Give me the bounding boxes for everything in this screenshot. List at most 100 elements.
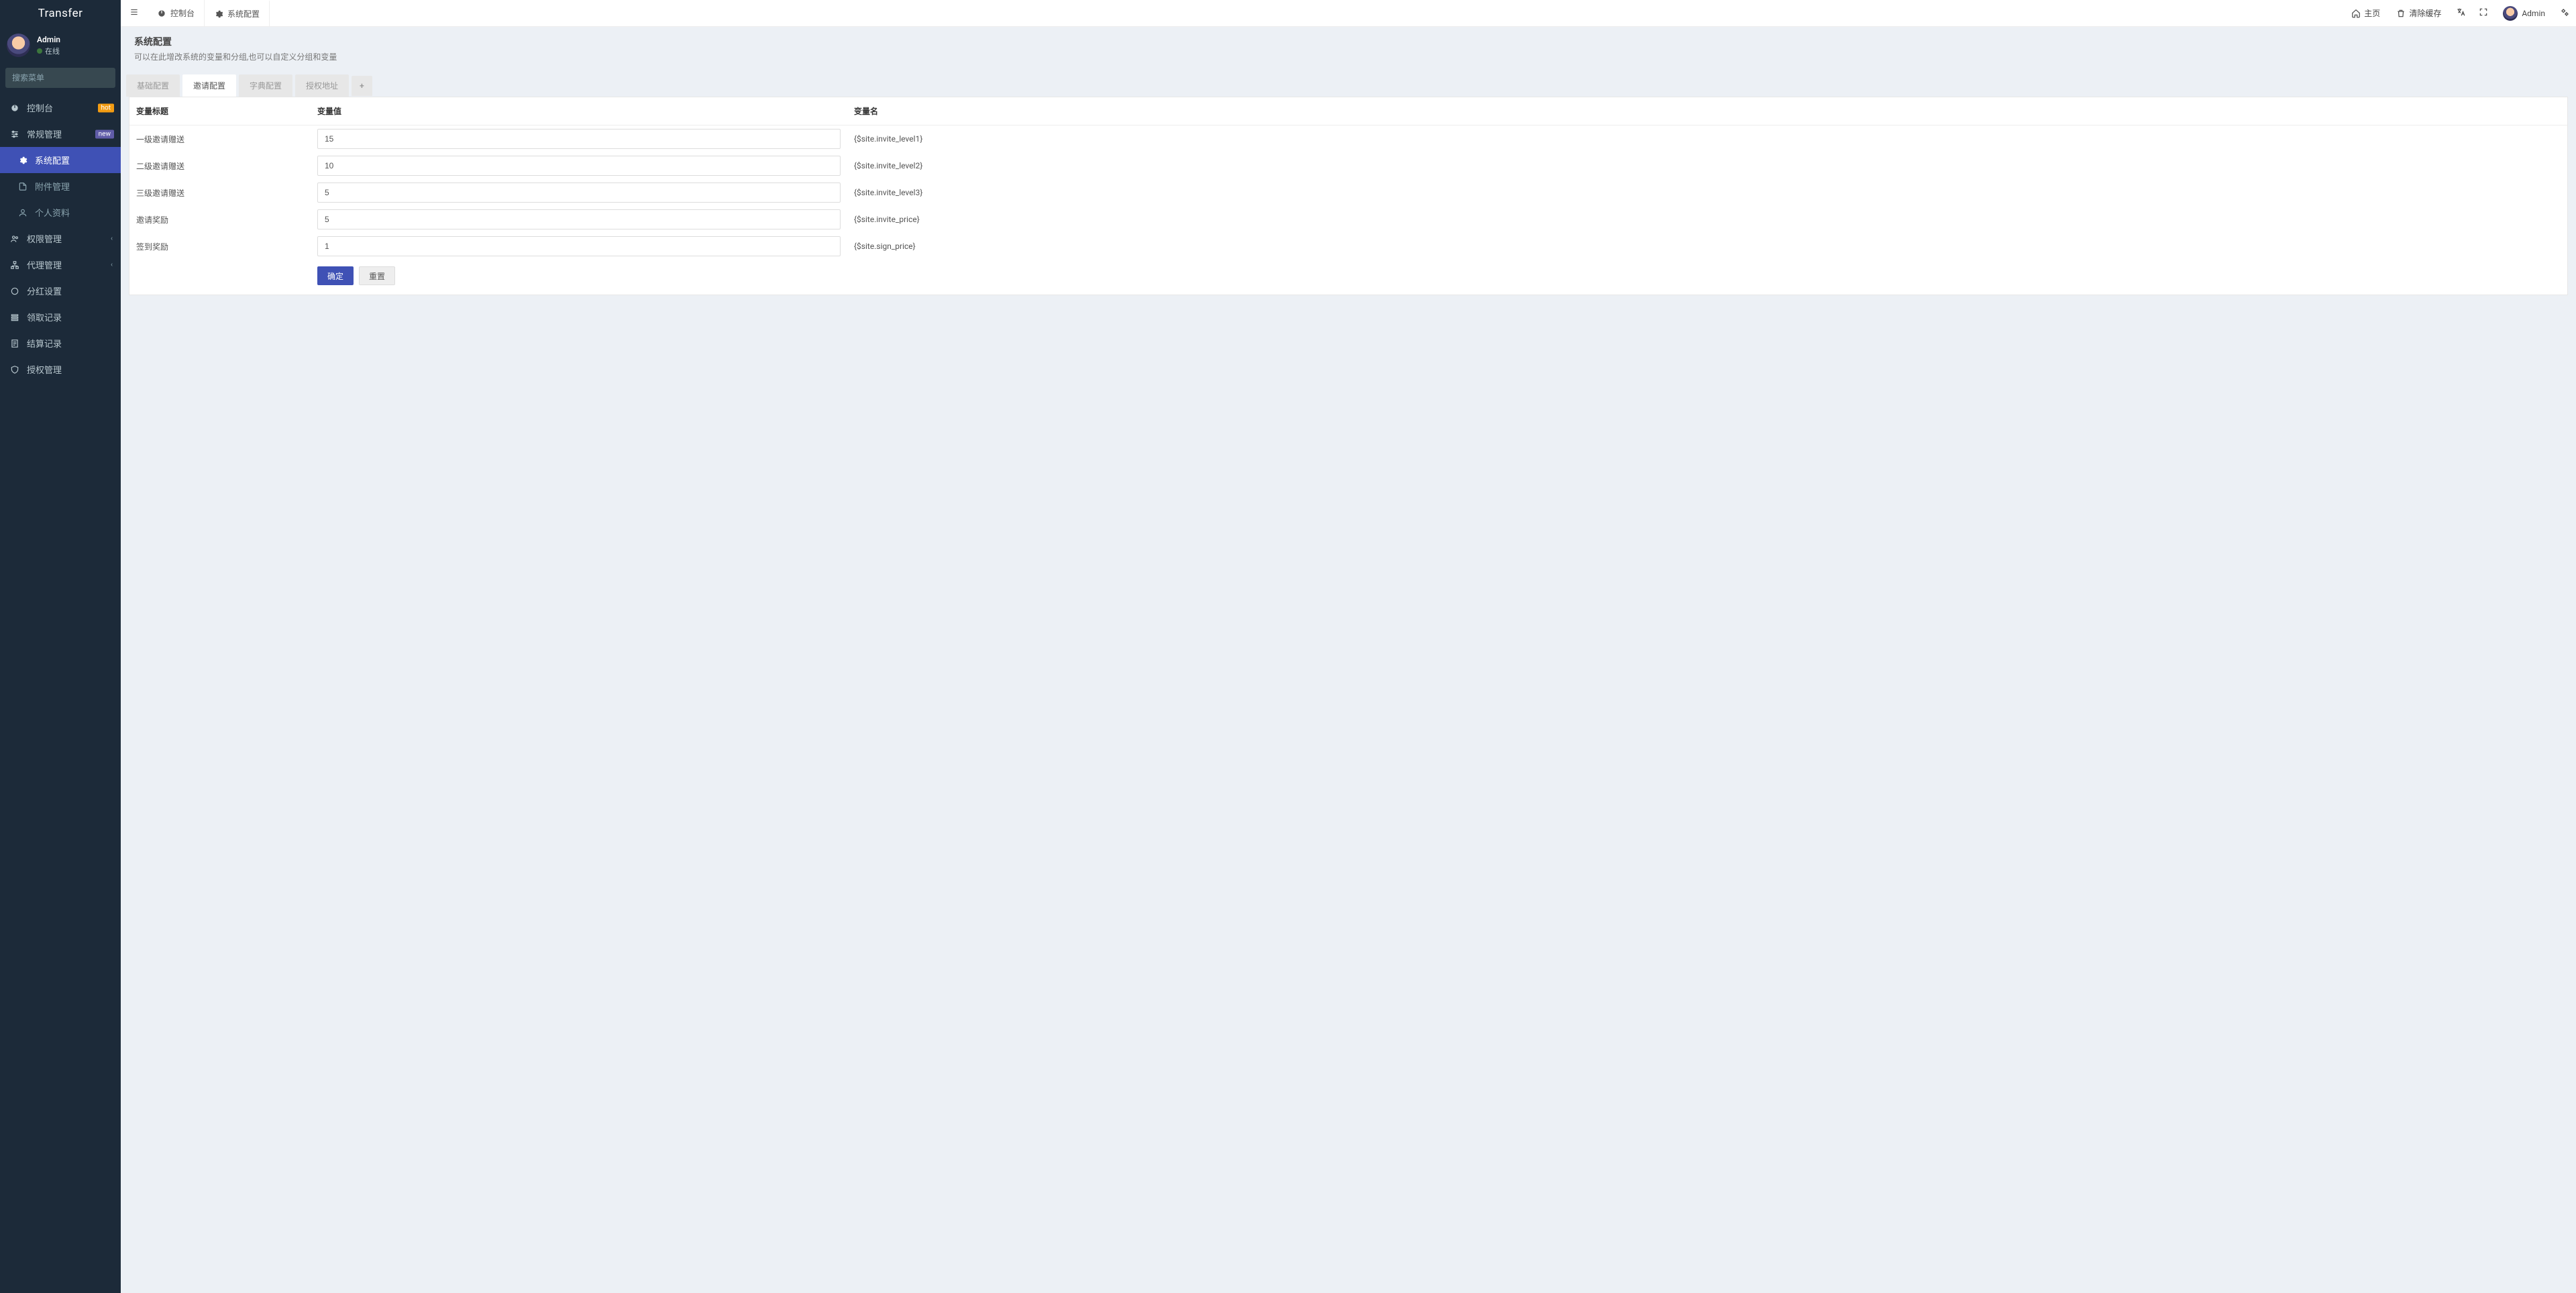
config-tab-invite[interactable]: 邀请配置 <box>182 74 236 97</box>
chevron-left-icon: ‹ <box>111 235 113 242</box>
sidebar-item-attachments[interactable]: 附件管理 <box>0 173 121 199</box>
page-title: 系统配置 <box>134 35 2563 48</box>
row-var: {$site.invite_price} <box>847 206 2567 233</box>
tab-label: 控制台 <box>170 7 195 19</box>
tab-system-config[interactable]: 系统配置 <box>205 0 270 26</box>
home-label: 主页 <box>2364 7 2380 19</box>
sidebar-item-permissions[interactable]: 权限管理 ‹ <box>0 225 121 252</box>
sidebar-item-label: 代理管理 <box>27 258 62 271</box>
sidebar-item-auth[interactable]: 授权管理 <box>0 356 121 382</box>
panel-body: 变量标题 变量值 变量名 一级邀请赠送 {$site.invite_level1… <box>129 97 2567 295</box>
sidebar-item-general[interactable]: 常规管理 new <box>0 121 121 147</box>
reset-button[interactable]: 重置 <box>359 266 395 285</box>
sidebar-item-label: 控制台 <box>27 101 53 114</box>
row-value-input[interactable] <box>317 156 841 176</box>
dashboard-icon <box>9 103 20 113</box>
th-var: 变量名 <box>847 97 2567 125</box>
sidebar-item-system-config[interactable]: 系统配置 <box>0 147 121 173</box>
row-label: 签到奖励 <box>129 233 311 260</box>
user-icon <box>17 208 28 217</box>
row-value-input[interactable] <box>317 236 841 256</box>
expand-icon <box>2479 7 2488 19</box>
gear-icon <box>17 156 28 165</box>
sidebar-item-dividend[interactable]: 分红设置 <box>0 278 121 304</box>
config-tab-basic[interactable]: 基础配置 <box>126 74 180 97</box>
home-link[interactable]: 主页 <box>2343 0 2388 26</box>
row-value-input[interactable] <box>317 129 841 149</box>
clear-cache-button[interactable]: 清除缓存 <box>2388 0 2449 26</box>
sliders-icon <box>9 130 20 139</box>
badge-hot: hot <box>98 103 114 112</box>
sidebar-search <box>5 68 115 88</box>
status-dot-icon <box>37 48 42 54</box>
sidebar-item-label: 权限管理 <box>27 232 62 245</box>
sidebar-user-panel: Admin 在线 <box>0 27 121 62</box>
sidebar-item-agents[interactable]: 代理管理 ‹ <box>0 252 121 278</box>
row-value-input[interactable] <box>317 183 841 203</box>
sidebar-item-label: 领取记录 <box>27 311 62 323</box>
document-icon <box>9 339 20 348</box>
app-logo: Transfer <box>0 0 121 27</box>
form-actions: 确定 重置 <box>129 260 2567 295</box>
sidebar-menu: 控制台 hot 常规管理 new 系统配置 附件管理 个人资料 <box>0 95 121 382</box>
sidebar-item-dashboard[interactable]: 控制台 hot <box>0 95 121 121</box>
gear-icon <box>214 9 223 19</box>
fullscreen-button[interactable] <box>2472 0 2495 26</box>
sidebar-item-label: 授权管理 <box>27 363 62 376</box>
row-label: 一级邀请赠送 <box>129 125 311 153</box>
user-status: 在线 <box>37 46 60 56</box>
config-tab-add[interactable]: + <box>352 76 372 96</box>
config-tab-auth-url[interactable]: 授权地址 <box>295 74 349 97</box>
row-var: {$site.invite_level1} <box>847 125 2567 153</box>
sidebar-item-label: 系统配置 <box>35 154 70 166</box>
config-table: 变量标题 变量值 变量名 一级邀请赠送 {$site.invite_level1… <box>129 97 2567 260</box>
config-panel: 变量标题 变量值 变量名 一级邀请赠送 {$site.invite_level1… <box>129 97 2568 295</box>
sidebar-item-profile[interactable]: 个人资料 <box>0 199 121 225</box>
tab-dashboard[interactable]: 控制台 <box>148 0 205 26</box>
user-status-text: 在线 <box>45 46 60 56</box>
row-var: {$site.invite_level2} <box>847 152 2567 179</box>
top-tabs: 控制台 系统配置 <box>148 0 270 26</box>
badge-new: new <box>95 130 114 138</box>
config-tab-dict[interactable]: 字典配置 <box>239 74 292 97</box>
language-icon <box>2456 7 2465 19</box>
gears-icon <box>2560 7 2569 19</box>
row-var: {$site.invite_level3} <box>847 179 2567 206</box>
user-info: Admin 在线 <box>37 35 60 56</box>
th-value: 变量值 <box>311 97 847 125</box>
table-row: 一级邀请赠送 {$site.invite_level1} <box>129 125 2567 153</box>
clear-cache-label: 清除缓存 <box>2409 7 2441 19</box>
sidebar-item-settlement-log[interactable]: 结算记录 <box>0 330 121 356</box>
settings-button[interactable] <box>2553 0 2576 26</box>
content: 系统配置 可以在此增改系统的变量和分组,也可以自定义分组和变量 基础配置 邀请配… <box>121 27 2576 1293</box>
list-icon <box>9 313 20 322</box>
language-button[interactable] <box>2449 0 2472 26</box>
chevron-left-icon: ‹ <box>111 261 113 268</box>
avatar <box>2503 6 2518 21</box>
file-icon <box>17 182 28 191</box>
toggle-sidebar-button[interactable] <box>121 0 148 26</box>
sitemap-icon <box>9 260 20 270</box>
avatar <box>7 34 30 57</box>
trash-icon <box>2396 9 2406 18</box>
tab-label: 系统配置 <box>227 8 260 19</box>
user-name: Admin <box>37 35 60 44</box>
row-value-input[interactable] <box>317 209 841 229</box>
topbar-right: 主页 清除缓存 Admin <box>2343 0 2576 26</box>
sidebar-item-claim-log[interactable]: 领取记录 <box>0 304 121 330</box>
table-row: 签到奖励 {$site.sign_price} <box>129 233 2567 260</box>
submit-button[interactable]: 确定 <box>317 266 354 285</box>
sidebar: Transfer Admin 在线 控制台 hot <box>0 0 121 1293</box>
page-subtitle: 可以在此增改系统的变量和分组,也可以自定义分组和变量 <box>134 51 2563 62</box>
sidebar-item-label: 结算记录 <box>27 337 62 350</box>
shield-icon <box>9 365 20 374</box>
search-input[interactable] <box>5 73 123 83</box>
table-row: 邀请奖励 {$site.invite_price} <box>129 206 2567 233</box>
table-row: 二级邀请赠送 {$site.invite_level2} <box>129 152 2567 179</box>
plus-icon: + <box>360 81 364 91</box>
dashboard-icon <box>157 9 166 18</box>
user-menu[interactable]: Admin <box>2495 0 2553 26</box>
menu-icon <box>129 7 139 19</box>
row-var: {$site.sign_price} <box>847 233 2567 260</box>
row-label: 邀请奖励 <box>129 206 311 233</box>
